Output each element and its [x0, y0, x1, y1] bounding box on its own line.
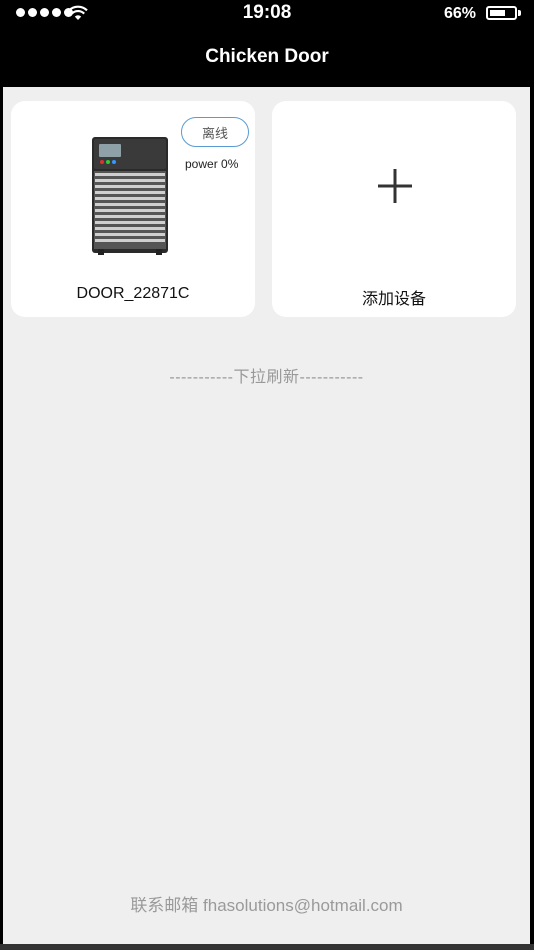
status-badge: 离线: [181, 117, 249, 147]
battery-icon: [486, 6, 517, 20]
device-name: DOOR_22871C: [76, 285, 190, 302]
bottom-edge: [0, 944, 534, 950]
navigation-bar: Chicken Door: [0, 28, 534, 86]
battery-tip: [518, 10, 521, 16]
add-device-label: 添加设备: [361, 291, 426, 308]
door-device-image: [92, 137, 168, 255]
power-level: power 0%: [185, 157, 239, 171]
contact-email: 联系邮箱 fhasolutions@hotmail.com: [130, 896, 403, 915]
page-title: Chicken Door: [205, 46, 329, 67]
plus-icon: [378, 169, 412, 203]
pull-to-refresh-hint: -----------下拉刷新-----------: [169, 369, 364, 386]
status-bar: 19:08 66%: [0, 0, 534, 28]
device-card[interactable]: 离线 power 0% DOOR_22871C: [11, 101, 255, 317]
add-device-card[interactable]: 添加设备: [272, 101, 516, 317]
battery-percent: 66%: [444, 5, 477, 22]
device-list-area[interactable]: 离线 power 0% DOOR_22871C 添加设备 -----------…: [3, 87, 530, 944]
